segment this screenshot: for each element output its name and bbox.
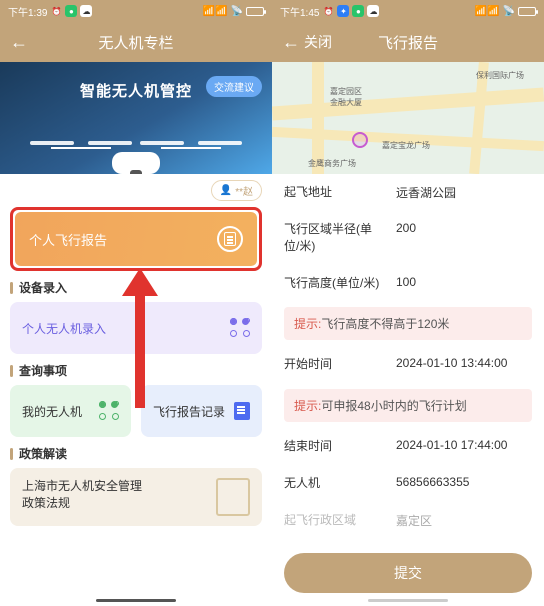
back-icon: ← (282, 32, 300, 53)
flight-log-card[interactable]: 飞行报告记录 (141, 385, 262, 437)
page-header: ← 关闭 飞行报告 (272, 22, 544, 62)
tip-altitude: 提示:飞行高度不得高于120米 (284, 307, 532, 340)
app-icon: ✦ (337, 5, 349, 17)
field-label: 无人机 (284, 475, 384, 492)
folder-icon (216, 478, 250, 516)
map-pin-icon (352, 132, 368, 148)
app-icon: ☁ (367, 5, 379, 17)
card-label: 上海市无人机安全管理 政策法规 (22, 478, 142, 512)
form-row-address[interactable]: 起飞地址 远香湖公园 (284, 174, 532, 211)
home-indicator[interactable] (368, 599, 448, 602)
card-label: 飞行报告记录 (153, 403, 225, 420)
hero-banner[interactable]: 智能无人机管控 交流建议 (0, 62, 272, 174)
close-button[interactable]: ← 关闭 (282, 32, 332, 53)
field-value: 200 (396, 221, 532, 255)
field-value: 56856663355 (396, 475, 532, 492)
alarm-icon: ⏰ (322, 5, 334, 17)
field-value: 嘉定区 (396, 512, 532, 529)
page-header: ← 无人机专栏 (0, 22, 272, 62)
form-row-start-time[interactable]: 开始时间 2024-01-10 13:44:00 (284, 346, 532, 383)
field-value: 100 (396, 275, 532, 292)
field-label: 起飞行政区域 (284, 512, 384, 529)
close-label: 关闭 (304, 32, 332, 52)
map-poi: 保利国际广场 (476, 70, 524, 81)
drone-icon (99, 401, 119, 421)
battery-icon (246, 7, 264, 16)
app-icon: ● (352, 5, 364, 17)
wifi-icon: 📡 (231, 6, 243, 17)
field-value: 远香湖公园 (396, 184, 532, 201)
map-poi: 嘉定宝龙广场 (382, 140, 430, 151)
report-icon (217, 226, 243, 252)
form-row-end-time[interactable]: 结束时间 2024-01-10 17:44:00 (284, 428, 532, 465)
tip-window: 提示:可申报48小时内的飞行计划 (284, 389, 532, 422)
home-indicator[interactable] (96, 599, 176, 602)
phone-left: 下午1:39 ⏰ ● ☁ 📶📶 📡 ← 无人机专栏 智能无人机管控 交流建议 👤… (0, 0, 272, 606)
personal-flight-report-card[interactable]: 个人飞行报告 (15, 212, 257, 266)
document-icon (234, 402, 250, 420)
form-row-radius[interactable]: 飞行区域半径(单位/米) 200 (284, 211, 532, 265)
alarm-icon: ⏰ (50, 5, 62, 17)
tip-prefix: 提示: (294, 317, 321, 331)
section-heading-query: 查询事项 (10, 362, 262, 379)
form-row-region[interactable]: 起飞行政区域 嘉定区 (284, 502, 532, 539)
highlight-frame: 个人飞行报告 (10, 207, 262, 271)
section-heading-policy: 政策解读 (10, 445, 262, 462)
drone-icon (230, 318, 250, 338)
user-icon: 👤 (220, 185, 232, 196)
form-row-drone[interactable]: 无人机 56856663355 (284, 465, 532, 502)
field-label: 起飞地址 (284, 184, 384, 201)
tip-text: 飞行高度不得高于120米 (321, 317, 449, 331)
map-view[interactable]: 保利国际广场 嘉定园区 金融大厦 嘉定宝龙广场 金鹰商务广场 (272, 62, 544, 174)
card-label: 个人飞行报告 (29, 230, 107, 249)
personal-drone-entry-card[interactable]: 个人无人机录入 (10, 302, 262, 354)
app-icon: ☁ (80, 5, 92, 17)
banner-title: 智能无人机管控 (80, 80, 192, 101)
policy-card[interactable]: 上海市无人机安全管理 政策法规 (10, 468, 262, 526)
phone-right: 下午1:45 ⏰ ✦ ● ☁ 📶📶 📡 ← 关闭 飞行报告 保利国际广场 嘉定园… (272, 0, 544, 606)
map-poi: 金鹰商务广场 (308, 158, 356, 169)
page-title: 无人机专栏 (98, 32, 173, 53)
battery-icon (518, 7, 536, 16)
status-bar: 下午1:39 ⏰ ● ☁ 📶📶 📡 (0, 0, 272, 22)
field-value: 2024-01-10 17:44:00 (396, 438, 532, 455)
tip-prefix: 提示: (294, 399, 321, 413)
field-label: 结束时间 (284, 438, 384, 455)
section-heading-entry: 设备录入 (10, 279, 262, 296)
wifi-icon: 📡 (503, 6, 515, 17)
feedback-button[interactable]: 交流建议 (206, 76, 262, 97)
flight-form: 起飞地址 远香湖公园 飞行区域半径(单位/米) 200 飞行高度(单位/米) 1… (272, 174, 544, 606)
field-label: 开始时间 (284, 356, 384, 373)
tip-text: 可申报48小时内的飞行计划 (321, 399, 466, 413)
status-bar: 下午1:45 ⏰ ✦ ● ☁ 📶📶 📡 (272, 0, 544, 22)
status-time: 下午1:45 (280, 4, 319, 19)
map-poi: 嘉定园区 金融大厦 (330, 86, 362, 108)
signal-icon: 📶📶 (475, 6, 500, 17)
page-title: 飞行报告 (378, 32, 438, 53)
card-label: 个人无人机录入 (22, 320, 106, 337)
card-label: 我的无人机 (22, 403, 82, 420)
signal-icon: 📶📶 (203, 6, 228, 17)
status-time: 下午1:39 (8, 4, 47, 19)
submit-button[interactable]: 提交 (284, 553, 532, 593)
field-label: 飞行高度(单位/米) (284, 275, 384, 292)
field-label: 飞行区域半径(单位/米) (284, 221, 384, 255)
user-chip[interactable]: 👤 **赵 (211, 180, 262, 201)
my-drones-card[interactable]: 我的无人机 (10, 385, 131, 437)
form-row-altitude[interactable]: 飞行高度(单位/米) 100 (284, 265, 532, 302)
field-value: 2024-01-10 13:44:00 (396, 356, 532, 373)
drone-illustration (26, 119, 246, 174)
app-icon: ● (65, 5, 77, 17)
back-icon[interactable]: ← (10, 32, 28, 53)
user-name: **赵 (235, 183, 253, 198)
